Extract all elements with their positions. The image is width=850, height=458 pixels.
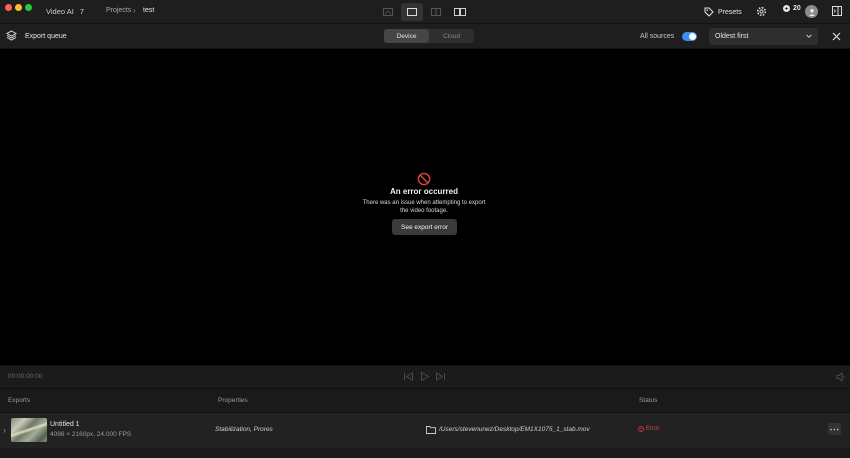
column-header-status: Status bbox=[639, 397, 658, 404]
volume-icon[interactable] bbox=[836, 372, 846, 382]
error-title: An error occurred bbox=[389, 187, 459, 196]
export-thumbnail bbox=[11, 418, 47, 442]
export-properties: Stabilization, Prores bbox=[215, 426, 273, 433]
more-options-button[interactable] bbox=[828, 423, 841, 435]
timecode: 00:00:00:00 bbox=[8, 373, 43, 380]
status-label: Error bbox=[646, 426, 660, 432]
credit-icon bbox=[783, 5, 790, 12]
sort-order-select[interactable]: Oldest first bbox=[709, 28, 818, 45]
avatar[interactable] bbox=[805, 5, 818, 18]
layers-icon bbox=[6, 30, 17, 41]
column-header-properties: Properties bbox=[218, 397, 248, 404]
ellipsis-icon bbox=[830, 428, 839, 430]
export-resolution: 4096 × 2160px, 24.000 FPS bbox=[50, 431, 132, 438]
tab-device[interactable]: Device bbox=[384, 29, 429, 43]
presets-tag-icon bbox=[704, 7, 714, 17]
presets-button[interactable]: Presets bbox=[704, 4, 742, 20]
app-version: 7 bbox=[79, 7, 85, 16]
folder-icon[interactable] bbox=[426, 425, 436, 434]
app-title: Video AI 7 bbox=[46, 7, 84, 16]
all-sources-label: All sources bbox=[640, 33, 675, 40]
credits-count: 20 bbox=[793, 5, 801, 12]
expand-chevron-icon[interactable]: › bbox=[3, 425, 6, 435]
breadcrumb-chevron-icon: › bbox=[133, 6, 136, 15]
error-message: There was an issue when attempting to ex… bbox=[362, 200, 486, 214]
window-close-button[interactable] bbox=[5, 4, 12, 11]
view-side-by-side-button[interactable] bbox=[449, 3, 471, 21]
app-name: Video AI bbox=[46, 7, 74, 16]
all-sources-toggle[interactable] bbox=[682, 32, 697, 41]
export-queue-toolbar: Export queue Device Cloud All sources Ol… bbox=[0, 24, 850, 49]
error-circle-icon bbox=[417, 172, 431, 186]
view-single-button[interactable] bbox=[401, 3, 423, 21]
close-icon[interactable] bbox=[832, 32, 841, 41]
window-minimize-button[interactable] bbox=[15, 4, 22, 11]
chevron-down-icon bbox=[806, 34, 812, 39]
playback-bar: 00:00:00:00 bbox=[0, 365, 850, 389]
export-path[interactable]: /Users/stevenunez/Desktop/EM1X1075_1_sta… bbox=[439, 426, 590, 433]
avatar-icon bbox=[808, 8, 815, 16]
presets-label: Presets bbox=[718, 8, 742, 16]
table-empty-area bbox=[0, 448, 850, 458]
tab-cloud[interactable]: Cloud bbox=[429, 29, 474, 43]
breadcrumb-current: test bbox=[143, 7, 155, 14]
skip-back-icon[interactable] bbox=[403, 371, 414, 382]
view-single-dim-button[interactable] bbox=[377, 3, 399, 21]
view-side-by-side-icon bbox=[454, 8, 466, 16]
view-split-button[interactable] bbox=[425, 3, 447, 21]
column-header-exports: Exports bbox=[8, 397, 31, 404]
preview-area: An error occurred There was an issue whe… bbox=[0, 49, 850, 365]
view-split-icon bbox=[431, 8, 441, 16]
error-status-icon bbox=[638, 426, 644, 432]
exports-table-header: Exports Properties Status bbox=[0, 389, 850, 413]
sort-order-value: Oldest first bbox=[715, 33, 749, 40]
credits-indicator[interactable]: 20 bbox=[783, 5, 801, 12]
export-queue-title: Export queue bbox=[25, 33, 67, 40]
window-zoom-button[interactable] bbox=[25, 4, 32, 11]
title-bar: Video AI 7 Projects › test Presets 20 bbox=[0, 0, 850, 24]
status-badge: Error bbox=[638, 426, 659, 432]
export-title: Untitled 1 bbox=[50, 421, 80, 428]
panel-toggle-icon[interactable] bbox=[832, 6, 842, 16]
see-export-error-button[interactable]: See export error bbox=[392, 219, 457, 235]
view-single-icon bbox=[407, 8, 417, 16]
breadcrumb-projects[interactable]: Projects bbox=[106, 7, 131, 14]
export-target-toggle: Device Cloud bbox=[384, 29, 474, 43]
skip-forward-icon[interactable] bbox=[435, 371, 446, 382]
gear-icon[interactable] bbox=[756, 6, 767, 17]
view-crop-icon bbox=[383, 8, 393, 16]
table-row[interactable]: › Untitled 1 4096 × 2160px, 24.000 FPS S… bbox=[0, 413, 850, 448]
play-icon[interactable] bbox=[419, 371, 430, 382]
